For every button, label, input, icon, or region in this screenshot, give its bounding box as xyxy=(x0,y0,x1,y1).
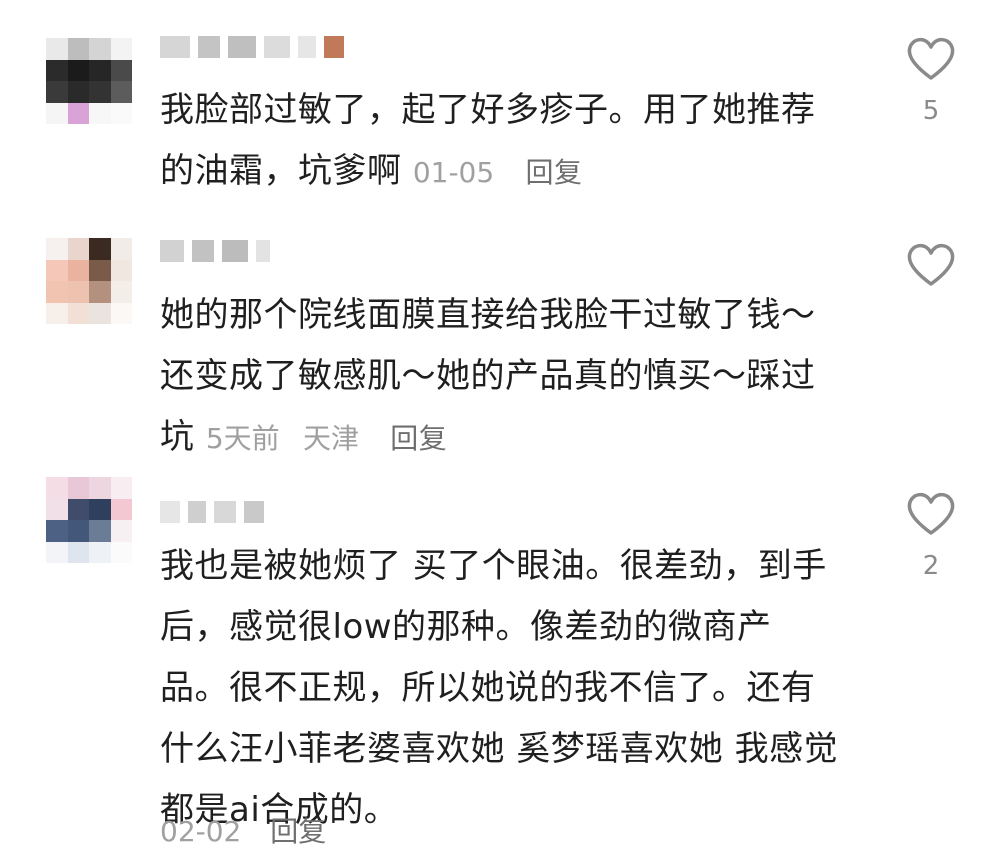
heart-outline-icon xyxy=(907,37,955,80)
like-count: 2 xyxy=(922,551,940,581)
like-button[interactable] xyxy=(905,242,957,302)
comment-date: 02-02 xyxy=(160,815,242,848)
heart-outline-icon xyxy=(907,492,955,535)
comment-date: 5天前 xyxy=(205,422,280,455)
like-button[interactable]: 5 xyxy=(905,36,957,126)
username-blurred[interactable] xyxy=(160,237,270,265)
comment-location: 天津 xyxy=(302,422,359,455)
reply-button[interactable]: 回复 xyxy=(390,422,447,455)
username-blurred[interactable] xyxy=(160,498,264,526)
like-button[interactable]: 2 xyxy=(905,491,957,581)
avatar[interactable] xyxy=(46,477,132,563)
comment-text: 我脸部过敏了，起了好多疹子。用了她推荐的油霜，坑爹啊 01-05 回复 xyxy=(160,80,840,203)
comment-text: 我也是被她烦了 买了个眼油。很差劲，到手后，感觉很low的那种。像差劲的微商产品… xyxy=(160,536,840,841)
comment-text: 她的那个院线面膜直接给我脸干过敏了钱～还变成了敏感肌～她的产品真的慎买～踩过坑 … xyxy=(160,285,840,469)
avatar[interactable] xyxy=(46,38,132,124)
like-count: 5 xyxy=(922,96,940,126)
comment-body: 我也是被她烦了 买了个眼油。很差劲，到手后，感觉很low的那种。像差劲的微商产品… xyxy=(160,546,839,830)
reply-button[interactable]: 回复 xyxy=(270,815,326,848)
comment-date: 01-05 xyxy=(412,156,495,189)
username-blurred[interactable] xyxy=(160,33,344,61)
avatar[interactable] xyxy=(46,238,132,324)
reply-button[interactable]: 回复 xyxy=(526,156,583,189)
heart-outline-icon xyxy=(907,243,955,286)
comment-meta: 02-02 回复 xyxy=(160,812,326,852)
